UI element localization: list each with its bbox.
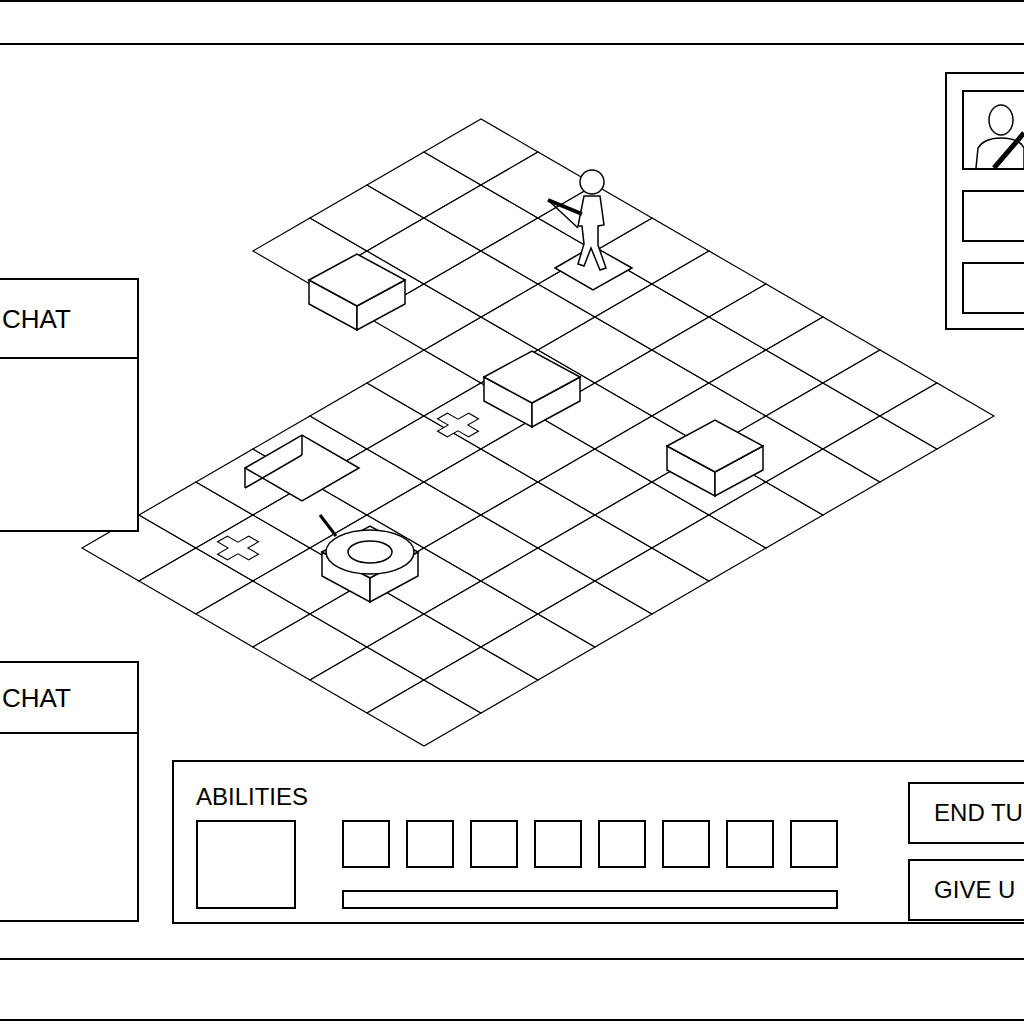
ability-slot[interactable] [406, 820, 454, 868]
marker-icon [427, 407, 489, 443]
portrait [962, 90, 1024, 170]
bottom-bar [0, 958, 1024, 1021]
ability-slot[interactable] [470, 820, 518, 868]
portrait-panel [945, 72, 1024, 330]
chat-panel[interactable]: CHAT [0, 278, 139, 532]
obstacle-block [484, 351, 580, 427]
ability-slot[interactable] [790, 820, 838, 868]
top-bar [0, 0, 1024, 45]
marker-icon [207, 530, 269, 566]
ability-slot[interactable] [342, 820, 390, 868]
trap-block [320, 515, 418, 602]
player-character[interactable] [548, 170, 632, 290]
chat-panel[interactable]: CHAT [0, 661, 139, 922]
obstacle-block [667, 420, 763, 496]
ability-slot[interactable] [598, 820, 646, 868]
abilities-title: ABILITIES [196, 782, 308, 812]
ability-slot[interactable] [534, 820, 582, 868]
action-button[interactable]: END TU [908, 782, 1024, 844]
abilities-panel: ABILITIES END TU GIVE U [172, 760, 1024, 924]
game-view: CHAT CHAT ABILITIES END TU GIVE U [0, 45, 1024, 958]
info-box [962, 262, 1024, 314]
chat-title: CHAT [0, 663, 137, 734]
energy-bar [342, 890, 838, 909]
chat-title: CHAT [0, 280, 137, 359]
game-screen: CHAT CHAT ABILITIES END TU GIVE U [0, 0, 1024, 1024]
info-box [962, 190, 1024, 242]
ability-slot[interactable] [726, 820, 774, 868]
portrait-icon [964, 98, 1024, 168]
obstacle-block [309, 254, 405, 330]
pit [245, 435, 359, 501]
action-button[interactable]: GIVE U [908, 859, 1024, 921]
ability-slot[interactable] [662, 820, 710, 868]
main-ability-slot[interactable] [196, 820, 296, 909]
